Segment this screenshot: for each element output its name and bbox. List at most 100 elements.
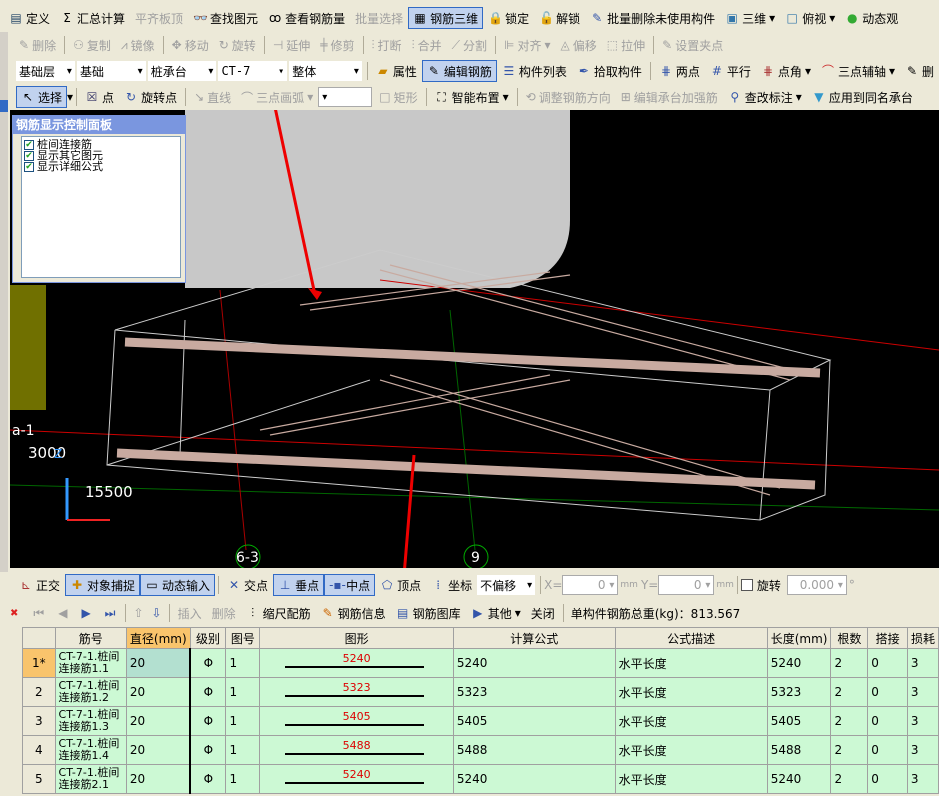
shape-number-cell[interactable]: 1 bbox=[225, 735, 261, 765]
type-select[interactable]: 桩承台 bbox=[147, 61, 217, 81]
split-button[interactable]: ⟋ 分割 bbox=[447, 34, 492, 56]
row-number-cell[interactable]: 5 bbox=[22, 764, 56, 794]
grade-cell[interactable]: Φ bbox=[189, 764, 227, 794]
table-row[interactable]: 2 CT-7-1.桩间连接筋1.2 20 Φ 1 5323 5323 水平长度 5323 2 0 3 bbox=[22, 677, 939, 707]
copy-button[interactable]: ⚇ 复制 bbox=[68, 34, 116, 56]
stretch-button[interactable]: ⬚ 拉伸 bbox=[602, 34, 650, 56]
edit-reinforcement-button[interactable]: ⊞ 编辑承台加强筋 bbox=[616, 86, 723, 108]
grade-cell[interactable]: Φ bbox=[189, 677, 227, 707]
lap-header[interactable]: 搭接 bbox=[867, 627, 908, 649]
select-button[interactable]: ↖ 选择 bbox=[16, 86, 68, 108]
midpoint-button[interactable]: -▪- 中点 bbox=[324, 574, 376, 596]
lap-cell[interactable]: 0 bbox=[867, 648, 908, 678]
arc-options-select[interactable] bbox=[318, 87, 373, 107]
grade-header[interactable]: 级别 bbox=[189, 627, 227, 649]
edit-rebar-button[interactable]: ✎ 编辑钢筋 bbox=[421, 60, 497, 82]
prev-record-icon[interactable]: ◀ bbox=[58, 606, 67, 620]
lap-cell[interactable]: 0 bbox=[867, 677, 908, 707]
intersection-button[interactable]: ✕ 交点 bbox=[222, 574, 273, 596]
row-number-cell[interactable]: 2 bbox=[22, 677, 56, 707]
three-point-axis-button[interactable]: ⌒ 三点辅轴 ▾ bbox=[816, 60, 900, 82]
diameter-header[interactable]: 直径(mm) bbox=[125, 627, 191, 649]
shape-header[interactable]: 图形 bbox=[259, 627, 454, 649]
formula-desc-cell[interactable]: 水平长度 bbox=[614, 764, 768, 794]
diameter-cell[interactable]: 20 bbox=[125, 648, 192, 678]
row-number-header[interactable] bbox=[22, 627, 56, 649]
rectangle-button[interactable]: □ 矩形 bbox=[374, 86, 422, 108]
shape-cell[interactable]: 5240 bbox=[259, 648, 454, 678]
scope-select[interactable]: 整体 bbox=[289, 61, 362, 81]
formula-desc-cell[interactable]: 水平长度 bbox=[614, 677, 768, 707]
3d-view-dropdown[interactable]: ▣ 三维 ▾ bbox=[720, 7, 780, 29]
formula-cell[interactable]: 5405 bbox=[452, 706, 616, 736]
loss-header[interactable]: 损耗 bbox=[906, 627, 939, 649]
bar-number-cell[interactable]: CT-7-1.桩间连接筋1.1 bbox=[54, 648, 127, 678]
rotate-point-button[interactable]: ↻ 旋转点 bbox=[119, 86, 182, 108]
define-button[interactable]: ▤ 定义 bbox=[4, 7, 55, 29]
bar-number-header[interactable]: 筋号 bbox=[54, 627, 127, 649]
formula-header[interactable]: 计算公式 bbox=[452, 627, 616, 649]
pick-component-button[interactable]: ✒ 拾取构件 bbox=[572, 60, 647, 82]
trim-button[interactable]: ╪ 修剪 bbox=[315, 34, 359, 56]
coordinate-button[interactable]: ⁞ 坐标 bbox=[426, 574, 477, 596]
bar-number-cell[interactable]: CT-7-1.桩间连接筋1.2 bbox=[54, 677, 127, 707]
parallel-button[interactable]: # 平行 bbox=[705, 60, 756, 82]
category-select[interactable]: 基础 bbox=[76, 61, 146, 81]
vertex-button[interactable]: ⬠ 顶点 bbox=[375, 574, 426, 596]
bar-number-cell[interactable]: CT-7-1.桩间连接筋1.3 bbox=[54, 706, 127, 736]
merge-button[interactable]: ⫶ 合并 bbox=[407, 34, 447, 56]
formula-desc-cell[interactable]: 水平长度 bbox=[614, 706, 768, 736]
x-input[interactable]: 0 bbox=[562, 575, 619, 595]
row-number-cell[interactable]: 1* bbox=[22, 648, 56, 678]
last-record-icon[interactable]: ⏭ bbox=[105, 606, 116, 621]
diameter-cell[interactable]: 20 bbox=[125, 677, 192, 707]
scale-rebar-button[interactable]: ⫶ 缩尺配筋 bbox=[241, 602, 316, 624]
loss-cell[interactable]: 3 bbox=[906, 648, 939, 678]
shape-number-cell[interactable]: 1 bbox=[225, 648, 261, 678]
unlock-button[interactable]: 🔓 解锁 bbox=[534, 7, 585, 29]
loss-cell[interactable]: 3 bbox=[906, 764, 939, 794]
count-cell[interactable]: 2 bbox=[830, 764, 869, 794]
loss-cell[interactable]: 3 bbox=[906, 677, 939, 707]
next-record-icon[interactable]: ▶ bbox=[81, 606, 90, 620]
point-button[interactable]: ☒ 点 bbox=[80, 86, 119, 108]
shape-cell[interactable]: 5488 bbox=[259, 735, 454, 765]
two-point-button[interactable]: ⋕ 两点 bbox=[654, 60, 705, 82]
adjust-direction-button[interactable]: ⟲ 调整钢筋方向 bbox=[521, 86, 616, 108]
count-header[interactable]: 根数 bbox=[830, 627, 869, 649]
shape-cell[interactable]: 5240 bbox=[259, 764, 454, 794]
dynamic-view-button[interactable]: ● 动态观 bbox=[840, 7, 903, 29]
length-cell[interactable]: 5240 bbox=[766, 764, 832, 794]
set-grip-button[interactable]: ✎ 设置夹点 bbox=[657, 34, 728, 56]
find-element-button[interactable]: 👓 查找图元 bbox=[188, 7, 263, 29]
grade-cell[interactable]: Φ bbox=[189, 735, 227, 765]
break-button[interactable]: ⫶ 打断 bbox=[367, 34, 407, 56]
formula-desc-cell[interactable]: 水平长度 bbox=[614, 735, 768, 765]
formula-cell[interactable]: 5240 bbox=[452, 648, 616, 678]
formula-cell[interactable]: 5323 bbox=[452, 677, 616, 707]
length-header[interactable]: 长度(mm) bbox=[766, 627, 832, 649]
checkbox-detail-formula[interactable]: ✔ 显示详细公式 bbox=[24, 161, 178, 172]
angle-input[interactable]: 0.000 bbox=[786, 575, 847, 595]
close-panel-icon[interactable]: ✖ bbox=[10, 608, 18, 619]
align-top-button[interactable]: 平齐板顶 bbox=[130, 7, 188, 29]
diameter-cell[interactable]: 20 bbox=[125, 706, 192, 736]
move-down-icon[interactable]: ⇩ bbox=[152, 606, 162, 620]
batch-select-button[interactable]: 批量选择 bbox=[350, 7, 408, 29]
rebar-3d-button[interactable]: ▦ 钢筋三维 bbox=[408, 7, 484, 29]
view-rebar-button[interactable]: ꝏ 查看钢筋量 bbox=[263, 7, 350, 29]
batch-delete-button[interactable]: ✎ 批量删除未使用构件 bbox=[585, 7, 720, 29]
offset-select[interactable]: 不偏移 bbox=[477, 575, 536, 595]
lock-button[interactable]: 🔒 锁定 bbox=[483, 7, 534, 29]
grade-cell[interactable]: Φ bbox=[189, 706, 227, 736]
apply-same-name-button[interactable]: ▼ 应用到同名承台 bbox=[807, 86, 918, 108]
shape-number-cell[interactable]: 1 bbox=[225, 706, 261, 736]
delete-axis-button[interactable]: ✎ 删 bbox=[900, 60, 939, 82]
loss-cell[interactable]: 3 bbox=[906, 706, 939, 736]
lap-cell[interactable]: 0 bbox=[867, 706, 908, 736]
close-button[interactable]: 关闭 bbox=[526, 602, 560, 624]
table-row[interactable]: 3 CT-7-1.桩间连接筋1.3 20 Φ 1 5405 5405 水平长度 5405 2 0 3 bbox=[22, 706, 939, 736]
length-cell[interactable]: 5323 bbox=[766, 677, 832, 707]
rebar-info-button[interactable]: ✎ 钢筋信息 bbox=[316, 602, 391, 624]
insert-button[interactable]: 插入 bbox=[173, 602, 207, 624]
